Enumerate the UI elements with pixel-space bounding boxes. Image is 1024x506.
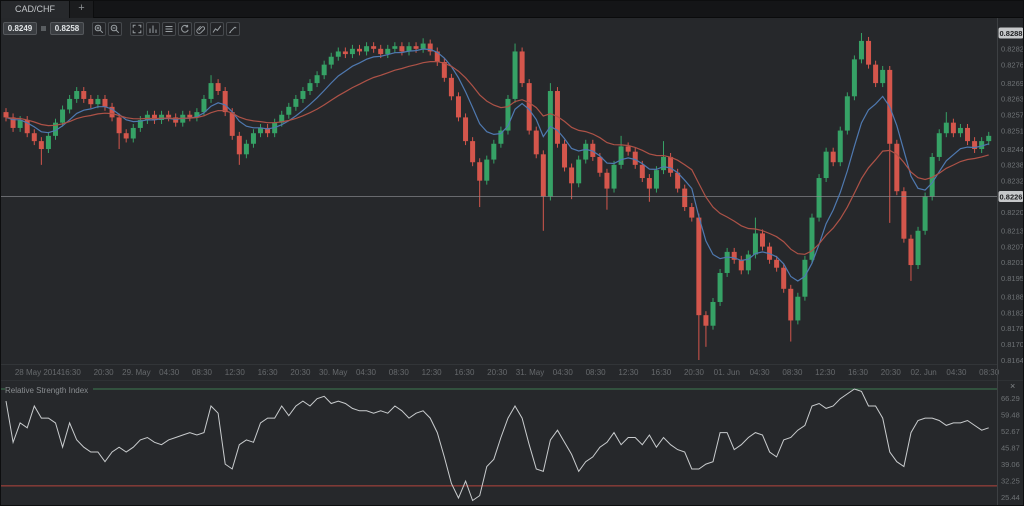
svg-text:0.8251: 0.8251 (1001, 126, 1024, 135)
svg-text:59.48: 59.48 (1001, 410, 1020, 419)
indicator-list-icon (164, 24, 174, 34)
rsi-indicator-chart[interactable]: 66.29 59.48 52.67 45.87 39.06 32.25 25.44 (1, 380, 1024, 506)
chart-bars-icon (148, 24, 158, 34)
attach-icon (196, 24, 206, 34)
zoom-out-button[interactable] (108, 22, 122, 36)
svg-text:0.8276: 0.8276 (1001, 60, 1024, 69)
fit-chart-button[interactable] (130, 22, 144, 36)
svg-text:0.8232: 0.8232 (1001, 176, 1024, 185)
rsi-line (6, 389, 989, 501)
spread-indicator (41, 26, 46, 31)
rsi-title: Relative Strength Index (5, 386, 93, 395)
price-axis-border (997, 18, 998, 506)
rsi-axis: 66.29 59.48 52.67 45.87 39.06 32.25 25.44 (1001, 394, 1020, 502)
indicator-list-button[interactable] (162, 22, 176, 36)
svg-text:0.8263: 0.8263 (1001, 95, 1024, 104)
svg-text:0.8170: 0.8170 (1001, 340, 1024, 349)
svg-text:39.06: 39.06 (1001, 460, 1020, 469)
zoom-in-button[interactable] (92, 22, 106, 36)
svg-text:0.8288: 0.8288 (1000, 29, 1023, 38)
price-axis: 0.8288 0.8282 0.8276 0.8269 0.8263 0.8257 0.82… (999, 28, 1024, 365)
svg-text:0.8269: 0.8269 (1001, 79, 1024, 88)
svg-text:25.44: 25.44 (1001, 493, 1020, 502)
svg-text:0.8195: 0.8195 (1001, 274, 1024, 283)
svg-text:45.87: 45.87 (1001, 443, 1020, 452)
edit-icon (228, 24, 238, 34)
svg-text:66.29: 66.29 (1001, 394, 1020, 403)
time-axis-label: 08:30 (944, 368, 1024, 377)
chart-toolbar: 0.8249 0.8258 (3, 21, 240, 36)
svg-text:32.25: 32.25 (1001, 476, 1020, 485)
zoom-out-icon (110, 24, 120, 34)
tab-cadchf[interactable]: CAD/CHF (1, 1, 70, 18)
svg-text:0.8282: 0.8282 (1001, 45, 1024, 54)
tab-bar: CAD/CHF + (1, 1, 1024, 18)
svg-text:0.8244: 0.8244 (1001, 145, 1024, 154)
svg-text:0.8188: 0.8188 (1001, 293, 1024, 302)
svg-text:0.8238: 0.8238 (1001, 161, 1024, 170)
edit-button[interactable] (226, 22, 240, 36)
bid-button[interactable]: 0.8249 (3, 22, 37, 35)
svg-text:0.8207: 0.8207 (1001, 242, 1024, 251)
time-axis[interactable]: 28 May 201416:3020:3029. May04:3008:3012… (1, 364, 997, 380)
line-chart-button[interactable] (210, 22, 224, 36)
panel-divider (1, 380, 1024, 381)
svg-text:0.8164: 0.8164 (1001, 356, 1024, 364)
svg-text:0.8213: 0.8213 (1001, 227, 1024, 236)
svg-text:0.8220: 0.8220 (1001, 208, 1024, 217)
svg-text:52.67: 52.67 (1001, 427, 1020, 436)
svg-text:0.8176: 0.8176 (1001, 324, 1024, 333)
line-chart-icon (212, 24, 222, 34)
trading-app-window: CAD/CHF + 0.8288 0.8282 0.8276 0.8269 0.8263… (0, 0, 1024, 506)
fit-chart-icon (132, 24, 142, 34)
ma-fast (6, 49, 989, 281)
zoom-in-icon (94, 24, 104, 34)
toolbar-icons (90, 22, 240, 36)
svg-text:0.8226: 0.8226 (1000, 192, 1023, 201)
svg-text:0.8182: 0.8182 (1001, 308, 1024, 317)
attach-button[interactable] (194, 22, 208, 36)
chart-bars-button[interactable] (146, 22, 160, 36)
svg-text:0.8201: 0.8201 (1001, 258, 1024, 267)
refresh-icon (180, 24, 190, 34)
candlestick-chart[interactable]: 0.8288 0.8282 0.8276 0.8269 0.8263 0.8257 0.82… (1, 18, 1024, 364)
rsi-close-button[interactable]: × (1010, 382, 1015, 391)
svg-text:0.8257: 0.8257 (1001, 111, 1024, 120)
add-tab-button[interactable]: + (70, 1, 94, 18)
refresh-button[interactable] (178, 22, 192, 36)
ask-button[interactable]: 0.8258 (50, 22, 84, 35)
